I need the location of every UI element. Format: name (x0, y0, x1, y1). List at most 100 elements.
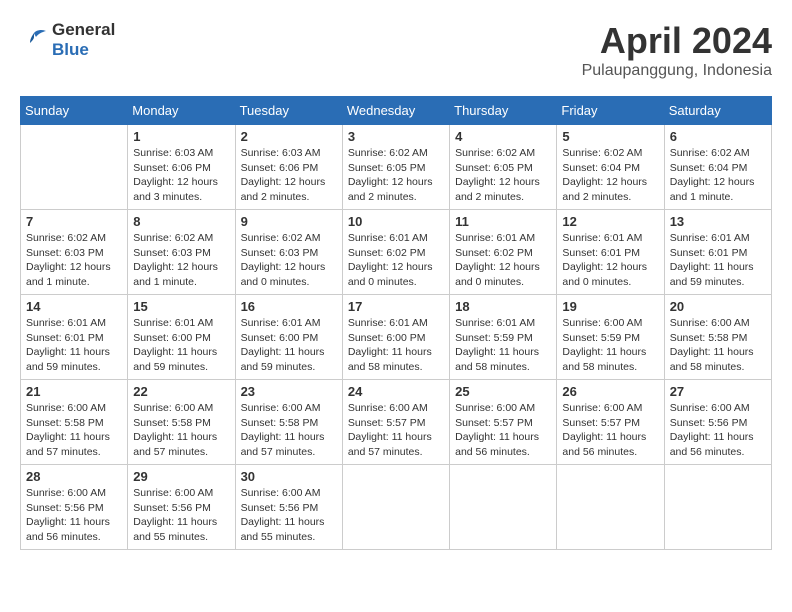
day-info: Sunrise: 6:01 AMSunset: 5:59 PMDaylight:… (455, 316, 551, 375)
day-info: Sunrise: 6:00 AMSunset: 5:56 PMDaylight:… (26, 486, 122, 545)
calendar-cell: 15 Sunrise: 6:01 AMSunset: 6:00 PMDayligh… (128, 295, 235, 380)
day-number: 19 (562, 299, 658, 314)
calendar-cell: 5 Sunrise: 6:02 AMSunset: 6:04 PMDaylight… (557, 125, 664, 210)
week-row-3: 14 Sunrise: 6:01 AMSunset: 6:01 PMDayligh… (21, 295, 772, 380)
day-info: Sunrise: 6:02 AMSunset: 6:04 PMDaylight:… (670, 146, 766, 205)
month-title: April 2024 (582, 20, 772, 62)
calendar-table: SundayMondayTuesdayWednesdayThursdayFrid… (20, 96, 772, 550)
calendar-cell: 10 Sunrise: 6:01 AMSunset: 6:02 PMDayligh… (342, 210, 449, 295)
day-number: 4 (455, 129, 551, 144)
weekday-header-monday: Monday (128, 97, 235, 125)
day-info: Sunrise: 6:01 AMSunset: 6:00 PMDaylight:… (133, 316, 229, 375)
day-info: Sunrise: 6:02 AMSunset: 6:05 PMDaylight:… (348, 146, 444, 205)
weekday-header-sunday: Sunday (21, 97, 128, 125)
day-info: Sunrise: 6:00 AMSunset: 5:56 PMDaylight:… (241, 486, 337, 545)
day-number: 30 (241, 469, 337, 484)
weekday-header-row: SundayMondayTuesdayWednesdayThursdayFrid… (21, 97, 772, 125)
week-row-5: 28Sunrise: 6:00 AMSunset: 5:56 PMDayligh… (21, 465, 772, 550)
day-number: 15 (133, 299, 229, 314)
calendar-cell (557, 465, 664, 550)
day-number: 26 (562, 384, 658, 399)
day-info: Sunrise: 6:01 AMSunset: 6:00 PMDaylight:… (241, 316, 337, 375)
day-info: Sunrise: 6:02 AMSunset: 6:03 PMDaylight:… (26, 231, 122, 290)
day-info: Sunrise: 6:00 AMSunset: 5:56 PMDaylight:… (670, 401, 766, 460)
calendar-cell: 27 Sunrise: 6:00 AMSunset: 5:56 PMDayligh… (664, 380, 771, 465)
day-number: 27 (670, 384, 766, 399)
logo-bird-icon (20, 29, 48, 51)
calendar-cell: 29 Sunrise: 6:00 AMSunset: 5:56 PMDayligh… (128, 465, 235, 550)
weekday-header-thursday: Thursday (450, 97, 557, 125)
calendar-cell (21, 125, 128, 210)
day-number: 2 (241, 129, 337, 144)
day-info: Sunrise: 6:02 AMSunset: 6:03 PMDaylight:… (241, 231, 337, 290)
day-number: 25 (455, 384, 551, 399)
day-number: 21 (26, 384, 122, 399)
day-info: Sunrise: 6:00 AMSunset: 5:58 PMDaylight:… (670, 316, 766, 375)
day-number: 3 (348, 129, 444, 144)
day-info: Sunrise: 6:00 AMSunset: 5:56 PMDaylight:… (133, 486, 229, 545)
day-info: Sunrise: 6:00 AMSunset: 5:57 PMDaylight:… (562, 401, 658, 460)
week-row-1: 1Sunrise: 6:03 AMSunset: 6:06 PMDaylight… (21, 125, 772, 210)
logo: General Blue (20, 20, 115, 60)
day-number: 29 (133, 469, 229, 484)
day-info: Sunrise: 6:02 AMSunset: 6:03 PMDaylight:… (133, 231, 229, 290)
calendar-cell: 14 Sunrise: 6:01 AMSunset: 6:01 PMDayligh… (21, 295, 128, 380)
calendar-cell: 25 Sunrise: 6:00 AMSunset: 5:57 PMDayligh… (450, 380, 557, 465)
day-info: Sunrise: 6:00 AMSunset: 5:57 PMDaylight:… (455, 401, 551, 460)
day-number: 17 (348, 299, 444, 314)
calendar-cell: 1Sunrise: 6:03 AMSunset: 6:06 PMDaylight… (128, 125, 235, 210)
day-number: 9 (241, 214, 337, 229)
calendar-cell: 16Sunrise: 6:01 AMSunset: 6:00 PMDayligh… (235, 295, 342, 380)
weekday-header-tuesday: Tuesday (235, 97, 342, 125)
day-info: Sunrise: 6:00 AMSunset: 5:59 PMDaylight:… (562, 316, 658, 375)
day-info: Sunrise: 6:01 AMSunset: 6:02 PMDaylight:… (348, 231, 444, 290)
day-info: Sunrise: 6:01 AMSunset: 6:01 PMDaylight:… (562, 231, 658, 290)
calendar-cell: 6 Sunrise: 6:02 AMSunset: 6:04 PMDaylight… (664, 125, 771, 210)
calendar-cell: 13Sunrise: 6:01 AMSunset: 6:01 PMDayligh… (664, 210, 771, 295)
day-info: Sunrise: 6:01 AMSunset: 6:01 PMDaylight:… (26, 316, 122, 375)
calendar-cell: 9 Sunrise: 6:02 AMSunset: 6:03 PMDaylight… (235, 210, 342, 295)
day-number: 1 (133, 129, 229, 144)
calendar-cell (664, 465, 771, 550)
day-number: 10 (348, 214, 444, 229)
page-header: General Blue April 2024 Pulaupanggung, I… (20, 20, 772, 80)
title-block: April 2024 Pulaupanggung, Indonesia (582, 20, 772, 80)
day-number: 8 (133, 214, 229, 229)
day-number: 14 (26, 299, 122, 314)
calendar-cell: 8 Sunrise: 6:02 AMSunset: 6:03 PMDaylight… (128, 210, 235, 295)
logo-text: General Blue (52, 20, 115, 60)
day-info: Sunrise: 6:00 AMSunset: 5:57 PMDaylight:… (348, 401, 444, 460)
day-number: 23 (241, 384, 337, 399)
day-info: Sunrise: 6:00 AMSunset: 5:58 PMDaylight:… (26, 401, 122, 460)
day-info: Sunrise: 6:00 AMSunset: 5:58 PMDaylight:… (133, 401, 229, 460)
calendar-cell: 17 Sunrise: 6:01 AMSunset: 6:00 PMDayligh… (342, 295, 449, 380)
calendar-cell: 11 Sunrise: 6:01 AMSunset: 6:02 PMDayligh… (450, 210, 557, 295)
day-number: 22 (133, 384, 229, 399)
calendar-cell (342, 465, 449, 550)
day-number: 11 (455, 214, 551, 229)
calendar-cell: 30 Sunrise: 6:00 AMSunset: 5:56 PMDayligh… (235, 465, 342, 550)
day-info: Sunrise: 6:01 AMSunset: 6:02 PMDaylight:… (455, 231, 551, 290)
day-info: Sunrise: 6:02 AMSunset: 6:04 PMDaylight:… (562, 146, 658, 205)
day-info: Sunrise: 6:01 AMSunset: 6:00 PMDaylight:… (348, 316, 444, 375)
week-row-2: 7 Sunrise: 6:02 AMSunset: 6:03 PMDaylight… (21, 210, 772, 295)
calendar-cell: 22 Sunrise: 6:00 AMSunset: 5:58 PMDayligh… (128, 380, 235, 465)
day-number: 7 (26, 214, 122, 229)
calendar-cell: 28Sunrise: 6:00 AMSunset: 5:56 PMDayligh… (21, 465, 128, 550)
location: Pulaupanggung, Indonesia (582, 62, 772, 80)
calendar-cell: 3 Sunrise: 6:02 AMSunset: 6:05 PMDaylight… (342, 125, 449, 210)
calendar-cell: 26 Sunrise: 6:00 AMSunset: 5:57 PMDayligh… (557, 380, 664, 465)
calendar-cell: 18 Sunrise: 6:01 AMSunset: 5:59 PMDayligh… (450, 295, 557, 380)
day-number: 5 (562, 129, 658, 144)
day-number: 6 (670, 129, 766, 144)
calendar-cell: 23 Sunrise: 6:00 AMSunset: 5:58 PMDayligh… (235, 380, 342, 465)
calendar-cell (450, 465, 557, 550)
day-number: 20 (670, 299, 766, 314)
day-info: Sunrise: 6:00 AMSunset: 5:58 PMDaylight:… (241, 401, 337, 460)
day-number: 18 (455, 299, 551, 314)
calendar-cell: 12Sunrise: 6:01 AMSunset: 6:01 PMDayligh… (557, 210, 664, 295)
calendar-cell: 20 Sunrise: 6:00 AMSunset: 5:58 PMDayligh… (664, 295, 771, 380)
weekday-header-saturday: Saturday (664, 97, 771, 125)
day-info: Sunrise: 6:02 AMSunset: 6:05 PMDaylight:… (455, 146, 551, 205)
week-row-4: 21 Sunrise: 6:00 AMSunset: 5:58 PMDayligh… (21, 380, 772, 465)
